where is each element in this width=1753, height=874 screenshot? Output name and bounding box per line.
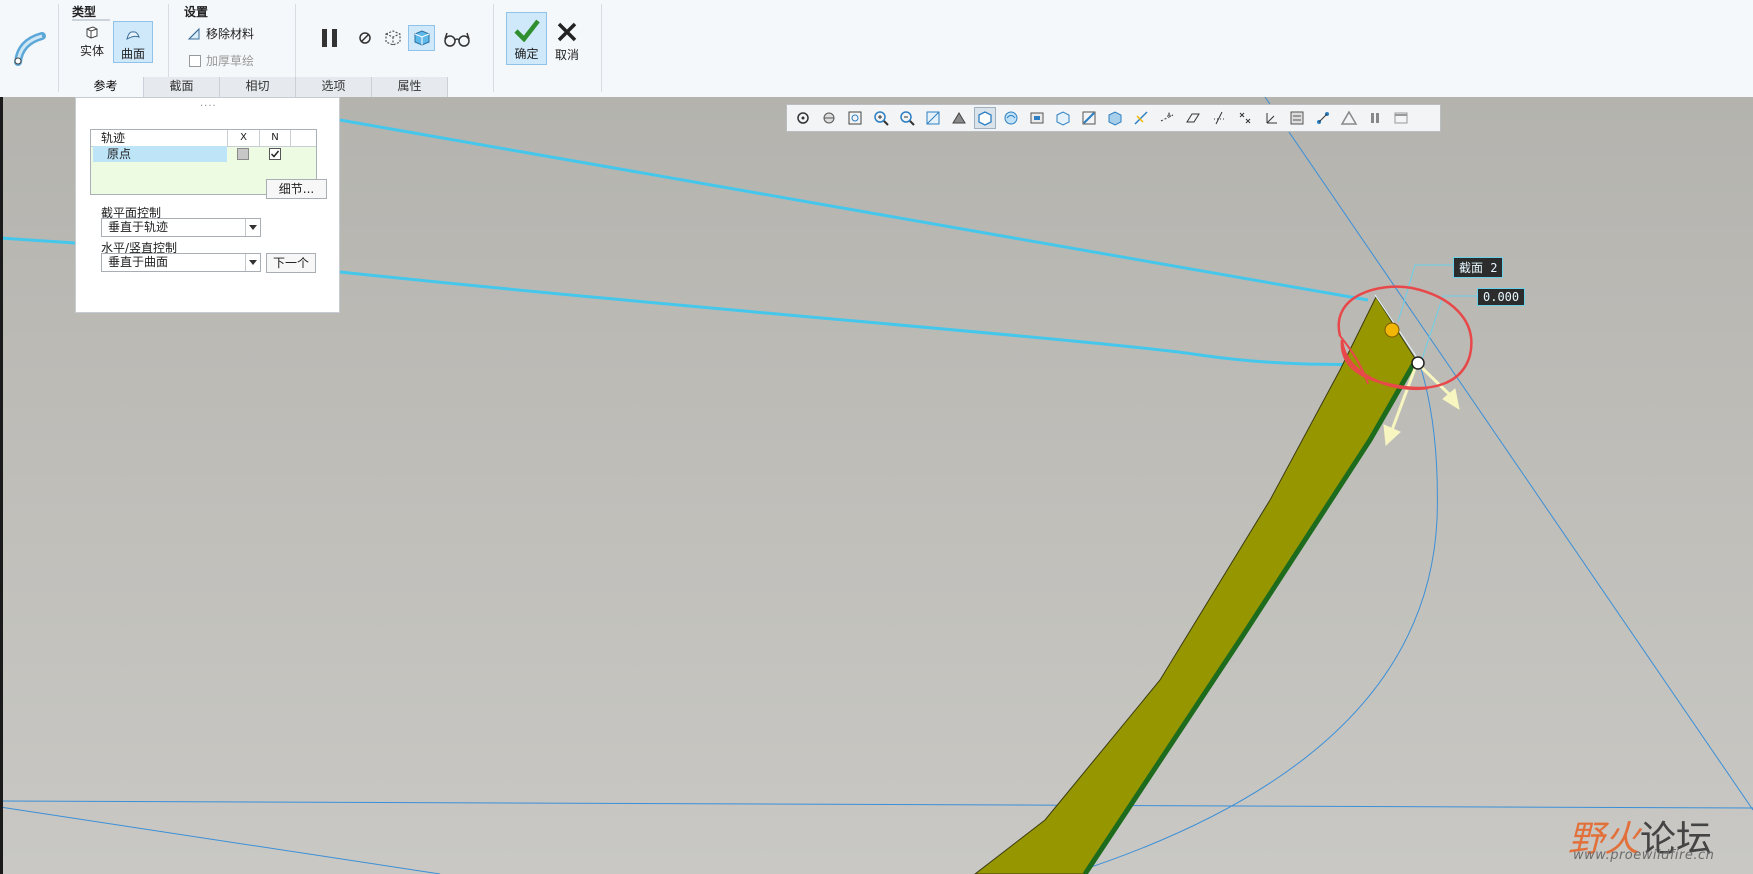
preview-geometry-icon[interactable] — [381, 26, 405, 50]
thicken-sketch-checkbox[interactable]: 加厚草绘 — [189, 52, 254, 69]
svg-text:A: A — [1167, 112, 1172, 119]
view-toolbar: A — [786, 104, 1441, 132]
tab-sections[interactable]: 截面 — [144, 77, 220, 97]
csys-label-icon[interactable] — [1260, 107, 1282, 129]
x-column-header: X — [227, 130, 259, 146]
remove-material-icon — [187, 27, 200, 39]
origin-point — [1411, 356, 1425, 370]
saved-views-icon[interactable] — [818, 107, 840, 129]
chevron-down-icon[interactable] — [245, 254, 260, 271]
table-row[interactable]: 原点 — [91, 146, 316, 162]
panel-grip[interactable]: .... — [200, 98, 217, 109]
x-checkbox-cell[interactable] — [227, 146, 259, 162]
n-column-header: N — [259, 130, 291, 146]
zoom-window-icon[interactable] — [844, 107, 866, 129]
perspective-icon[interactable] — [1026, 107, 1048, 129]
section-plane-select[interactable]: 垂直于轨迹 — [101, 218, 261, 237]
refit-icon[interactable] — [792, 107, 814, 129]
chevron-down-icon[interactable] — [245, 219, 260, 236]
confirm-button[interactable]: 确定 — [506, 12, 547, 65]
spin-icon[interactable] — [1234, 107, 1256, 129]
glasses-icon[interactable] — [442, 30, 472, 48]
pause-icon[interactable] — [1364, 107, 1386, 129]
graphics-viewport[interactable]: 截面 2 0.000 A .... 轨迹 X N 原点 细节... 截平面控制 — [0, 97, 1753, 874]
axis-display-icon[interactable]: A — [1156, 107, 1178, 129]
watermark-url: www.proewildfire.cn — [1573, 848, 1715, 863]
swept-surface — [974, 295, 1417, 874]
table-header: 轨迹 X N — [91, 130, 316, 147]
csys-display-icon[interactable] — [1208, 107, 1230, 129]
point-display-icon[interactable] — [1182, 107, 1204, 129]
view-manager-icon[interactable] — [1052, 107, 1074, 129]
references-panel: .... 轨迹 X N 原点 细节... 截平面控制 垂直于轨迹 水平/竖直控制… — [75, 97, 340, 313]
dimension-value-tag[interactable]: 0.000 — [1477, 288, 1526, 306]
section-tag[interactable]: 截面 2 — [1453, 257, 1504, 278]
surface-icon — [126, 31, 140, 41]
triangle-icon[interactable] — [1338, 107, 1360, 129]
n-checkbox-cell[interactable] — [259, 146, 291, 162]
surface-type-button[interactable]: 曲面 — [113, 21, 153, 63]
settings-group-title: 设置 — [184, 5, 209, 19]
n-checkbox[interactable] — [269, 148, 281, 160]
spin-center-icon[interactable] — [948, 107, 970, 129]
pause-icon[interactable] — [317, 25, 343, 51]
sweep-feature-icon — [10, 28, 50, 68]
trajectory-column-header: 轨迹 — [101, 131, 126, 145]
close-icon — [557, 22, 577, 42]
trajectory-name[interactable]: 原点 — [93, 146, 227, 162]
solid-icon — [86, 26, 98, 39]
tab-options[interactable]: 选项 — [296, 77, 372, 97]
thicken-sketch-box — [189, 54, 201, 67]
datum-line — [0, 800, 1753, 809]
stop-icon[interactable] — [355, 28, 375, 48]
plane-display-icon[interactable] — [1130, 107, 1152, 129]
trajectory-curve — [0, 236, 76, 245]
tab-tangency[interactable]: 相切 — [220, 77, 296, 97]
left-border — [0, 97, 3, 874]
solid-type-button[interactable]: 实体 — [74, 23, 110, 59]
leader-line — [1397, 264, 1453, 323]
check-icon — [513, 19, 540, 42]
cancel-button[interactable]: 取消 — [550, 12, 584, 65]
x-checkbox[interactable] — [237, 148, 249, 160]
shading-icon[interactable] — [1000, 107, 1022, 129]
minimize-icon[interactable] — [1390, 107, 1412, 129]
zoom-out-icon[interactable] — [896, 107, 918, 129]
verify-icon[interactable] — [408, 25, 435, 51]
trajectory-curve — [339, 270, 1419, 366]
start-point-handle — [1384, 322, 1400, 338]
tab-references[interactable]: 参考 — [68, 77, 144, 97]
next-button[interactable]: 下一个 — [266, 253, 316, 273]
annotation-icon[interactable] — [1104, 107, 1126, 129]
details-button[interactable]: 细节... — [266, 179, 327, 199]
trajectory-curve — [339, 118, 1369, 302]
point-tag-icon[interactable] — [1286, 107, 1308, 129]
tab-properties[interactable]: 属性 — [372, 77, 448, 97]
ribbon: 类型 实体 曲面 设置 移除材料 加厚草绘 确定 取消 参考 截面 相切 选项 … — [0, 0, 1753, 98]
datum-line — [0, 806, 441, 874]
remove-material-toggle[interactable]: 移除材料 — [187, 25, 254, 42]
section-icon[interactable] — [1078, 107, 1100, 129]
display-style-icon[interactable] — [974, 107, 996, 129]
type-group-title: 类型 — [72, 5, 97, 19]
repaint-icon[interactable] — [922, 107, 944, 129]
hv-control-select[interactable]: 垂直于曲面 — [101, 253, 261, 272]
layers-icon[interactable] — [1312, 107, 1334, 129]
zoom-in-icon[interactable] — [870, 107, 892, 129]
feature-tabs: 参考 截面 相切 选项 属性 — [68, 77, 448, 97]
